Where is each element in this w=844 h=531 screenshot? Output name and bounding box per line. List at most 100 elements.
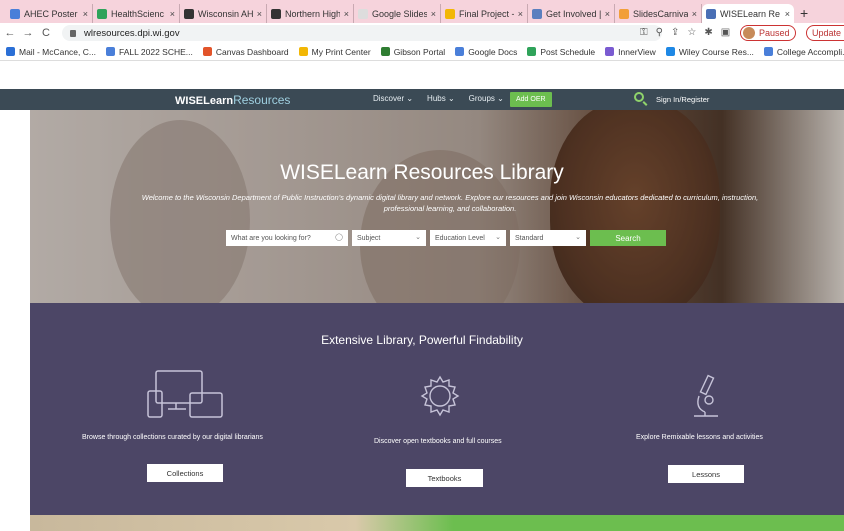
- search-input[interactable]: What are you looking for? ◯: [226, 230, 348, 246]
- site-logo[interactable]: WISELearnResources: [175, 93, 290, 107]
- url-input[interactable]: wlresources.dpi.wi.gov: [62, 25, 662, 41]
- bookmark-item[interactable]: InnerView: [605, 47, 656, 57]
- search-icon[interactable]: [634, 92, 644, 102]
- close-icon[interactable]: ×: [692, 9, 697, 19]
- bookmark-item[interactable]: College Accompli...: [763, 46, 844, 57]
- signin-link[interactable]: Sign In/Register: [656, 95, 709, 104]
- close-icon[interactable]: ×: [257, 9, 262, 19]
- bookmark-label: Canvas Dashboard: [215, 46, 289, 57]
- textbooks-button[interactable]: Textbooks: [406, 469, 483, 487]
- browser-tab[interactable]: AHEC Poster ×: [6, 4, 93, 23]
- collections-button[interactable]: Collections: [147, 464, 223, 482]
- bookmark-item[interactable]: My Print Center: [298, 47, 371, 57]
- nav-discover[interactable]: Discover ⌄: [373, 94, 413, 103]
- lessons-button[interactable]: Lessons: [668, 465, 744, 483]
- bookmark-label: Mail - McCance, C...: [19, 46, 96, 57]
- paused-label: Paused: [759, 28, 790, 38]
- add-oer-button[interactable]: Add OER: [510, 92, 552, 107]
- bookmark-favicon-icon: [455, 47, 465, 56]
- tab-favicon-icon: [271, 8, 281, 19]
- search-field-icon: ◯: [335, 234, 343, 241]
- new-tab-button[interactable]: +: [794, 4, 814, 23]
- forward-icon[interactable]: →: [20, 27, 36, 39]
- textbooks-label: Textbooks: [427, 473, 462, 483]
- zoom-icon[interactable]: ⚲: [656, 27, 663, 38]
- hero-title: WISELearn Resources Library: [280, 161, 564, 184]
- back-icon[interactable]: ←: [2, 27, 18, 39]
- browser-tab[interactable]: WISELearn Re ×: [702, 4, 794, 23]
- close-icon[interactable]: ×: [605, 9, 610, 19]
- tab-label: HealthScienc: [111, 8, 165, 19]
- browser-tab[interactable]: SlidesCarnival ×: [615, 4, 702, 23]
- bookmark-favicon-icon: [763, 47, 773, 56]
- bookmark-label: Google Docs: [468, 46, 518, 57]
- bookmark-item[interactable]: Mail - McCance, C...: [6, 47, 96, 57]
- url-text: wlresources.dpi.wi.gov: [84, 27, 180, 39]
- sidepanel-icon[interactable]: ▣: [721, 27, 730, 38]
- standard-label: Standard: [515, 234, 544, 242]
- key-icon[interactable]: ⚿: [640, 27, 648, 38]
- bookmark-item[interactable]: Wiley Course Res...: [665, 47, 754, 57]
- browser-tab[interactable]: Northern High ×: [267, 4, 354, 23]
- tab-label: WISELearn Re: [720, 8, 781, 19]
- subject-label: Subject: [357, 234, 381, 242]
- search-button-label: Search: [615, 233, 641, 243]
- bookmark-label: FALL 2022 SCHE...: [119, 46, 193, 57]
- search-button[interactable]: Search: [590, 230, 666, 246]
- search-placeholder: What are you looking for?: [231, 234, 311, 242]
- profile-paused-button[interactable]: Paused: [740, 25, 796, 41]
- search-row: What are you looking for? ◯ Subject ⌄ Ed…: [226, 230, 666, 246]
- education-level-select[interactable]: Education Level ⌄: [430, 230, 506, 246]
- lessons-label: Lessons: [692, 469, 720, 479]
- chevron-down-icon: ⌄: [495, 234, 501, 241]
- browser-tab-bar: AHEC Poster × HealthScienc × Wisconsin AH × No…: [0, 0, 844, 23]
- bookmark-favicon-icon: [380, 47, 390, 56]
- subject-select[interactable]: Subject ⌄: [352, 230, 426, 246]
- collections-label: Collections: [166, 468, 204, 478]
- nav-groups[interactable]: Groups ⌄: [469, 94, 504, 103]
- add-oer-label: Add OER: [516, 96, 546, 103]
- standard-select[interactable]: Standard ⌄: [510, 230, 586, 246]
- tab-favicon-icon: [445, 8, 455, 19]
- browser-tab[interactable]: Get Involved | ×: [528, 4, 615, 23]
- bookmark-favicon-icon: [605, 47, 615, 56]
- close-icon[interactable]: ×: [431, 9, 436, 19]
- close-icon[interactable]: ×: [344, 9, 349, 19]
- bookmark-label: College Accompli...: [776, 46, 844, 57]
- bookmark-label: Gibson Portal: [393, 46, 446, 57]
- close-icon[interactable]: ×: [170, 9, 175, 19]
- reload-icon[interactable]: C: [38, 27, 54, 39]
- tab-favicon-icon: [10, 8, 20, 19]
- bookmark-favicon-icon: [202, 47, 212, 56]
- bookmark-favicon-icon: [527, 47, 537, 56]
- bookmark-item[interactable]: Google Docs: [455, 47, 517, 57]
- logo-light: Resources: [233, 93, 291, 107]
- share-icon[interactable]: ⇪: [671, 27, 679, 38]
- nav-hubs[interactable]: Hubs ⌄: [427, 94, 455, 103]
- tab-favicon-icon: [184, 8, 194, 19]
- tab-label: Northern High: [285, 8, 340, 19]
- microscope-icon: [694, 374, 718, 417]
- browser-tab[interactable]: Final Project - ×: [441, 4, 528, 23]
- update-button[interactable]: Update: [806, 25, 844, 41]
- star-icon[interactable]: ☆: [687, 27, 696, 38]
- browser-tab[interactable]: Google Slides ×: [354, 4, 441, 23]
- browser-tab[interactable]: Wisconsin AH ×: [180, 4, 267, 23]
- close-icon[interactable]: ×: [785, 9, 790, 19]
- tab-label: SlidesCarnival: [633, 8, 688, 19]
- browser-tab[interactable]: HealthScienc ×: [93, 4, 180, 23]
- extensions-icon[interactable]: ✱: [704, 27, 712, 38]
- bookmarks-bar: Mail - McCance, C... FALL 2022 SCHE... Can…: [0, 43, 844, 61]
- bookmark-item[interactable]: Post Schedule: [527, 47, 595, 57]
- close-icon[interactable]: ×: [83, 9, 88, 19]
- feature-lessons-text: Explore Remixable lessons and activities: [636, 434, 763, 441]
- tab-favicon-icon: [358, 8, 368, 19]
- bookmark-item[interactable]: Canvas Dashboard: [202, 46, 289, 57]
- chevron-down-icon: ⌄: [415, 234, 421, 241]
- bookmark-item[interactable]: FALL 2022 SCHE...: [106, 47, 193, 57]
- next-section-preview: [30, 515, 844, 531]
- education-level-label: Education Level: [435, 234, 485, 242]
- bookmark-item[interactable]: Gibson Portal: [380, 46, 446, 57]
- address-bar-icons: ⚿ ⚲ ⇪ ☆ ✱ ▣: [640, 27, 730, 38]
- close-icon[interactable]: ×: [518, 9, 523, 19]
